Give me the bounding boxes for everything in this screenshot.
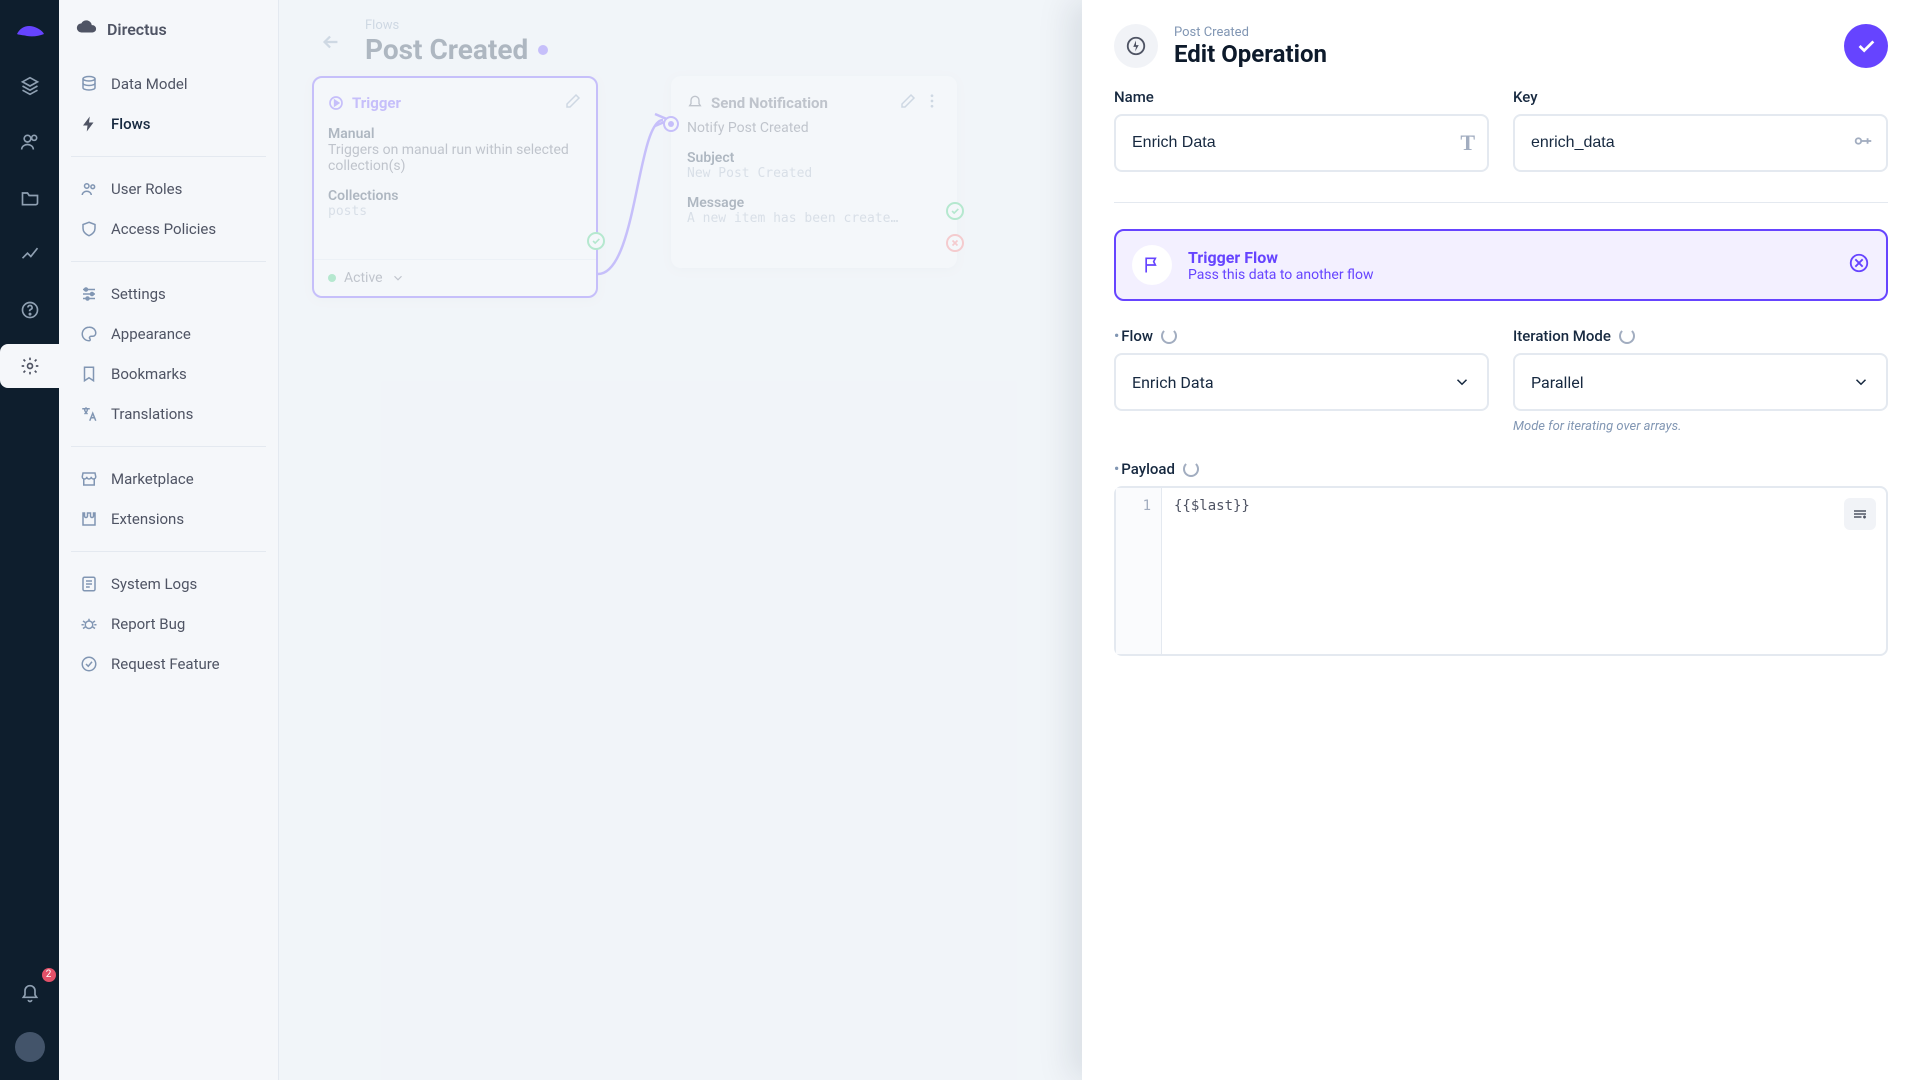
sidebar-item-bookmarks[interactable]: Bookmarks: [67, 354, 270, 394]
sidebar-item-label: Marketplace: [111, 470, 194, 488]
bug-icon: [79, 615, 99, 633]
iteration-label: Iteration Mode: [1513, 327, 1611, 345]
sidebar-item-settings[interactable]: Settings: [67, 274, 270, 314]
drawer-title: Edit Operation: [1174, 40, 1327, 68]
code-content[interactable]: {{$last}}: [1162, 488, 1886, 654]
expand-editor-button[interactable]: [1844, 498, 1876, 530]
settings-sidebar: Directus Data Model Flows User Roles Access…: [59, 0, 279, 1080]
sidebar-item-label: Report Bug: [111, 615, 185, 633]
translate-icon: [79, 405, 99, 423]
rail-insights[interactable]: [8, 232, 52, 276]
sidebar-item-label: Bookmarks: [111, 365, 187, 383]
shield-icon: [79, 220, 99, 238]
sidebar-item-label: Settings: [111, 285, 166, 303]
rail-content[interactable]: [8, 64, 52, 108]
sidebar-item-label: Access Policies: [111, 220, 216, 238]
roles-icon: [79, 180, 99, 198]
code-gutter: 1: [1116, 488, 1162, 654]
rail-help[interactable]: [8, 288, 52, 332]
sidebar-item-data-model[interactable]: Data Model: [67, 64, 270, 104]
bolt-icon: [79, 115, 99, 133]
project-name: Directus: [107, 20, 167, 39]
flow-select-value: Enrich Data: [1132, 373, 1214, 392]
operation-type-card[interactable]: Trigger Flow Pass this data to another f…: [1114, 229, 1888, 301]
sidebar-item-label: Translations: [111, 405, 193, 423]
sidebar-item-label: System Logs: [111, 575, 197, 593]
sidebar-item-request-feature[interactable]: Request Feature: [67, 644, 270, 684]
module-rail: 2: [0, 0, 59, 1080]
sidebar-item-label: Request Feature: [111, 655, 220, 673]
iteration-select-value: Parallel: [1531, 373, 1584, 392]
sidebar-item-label: Data Model: [111, 75, 188, 93]
type-title: Trigger Flow: [1188, 248, 1374, 267]
main: Flows Post Created Trigger Manual Trigge…: [279, 0, 1920, 1080]
sidebar-item-appearance[interactable]: Appearance: [67, 314, 270, 354]
cloud-off-icon: [75, 16, 97, 42]
payload-label: Payload: [1121, 460, 1175, 478]
project-brand[interactable]: Directus: [59, 0, 278, 58]
loading-spinner-icon: [1161, 328, 1177, 344]
iteration-select[interactable]: Parallel: [1513, 353, 1888, 411]
sidebar-item-system-logs[interactable]: System Logs: [67, 564, 270, 604]
separator: [1114, 202, 1888, 203]
sidebar-separator: [71, 156, 266, 157]
sidebar-separator: [71, 551, 266, 552]
loading-spinner-icon: [1619, 328, 1635, 344]
sidebar-item-flows[interactable]: Flows: [67, 104, 270, 144]
flow-select[interactable]: Enrich Data: [1114, 353, 1489, 411]
sidebar-item-translations[interactable]: Translations: [67, 394, 270, 434]
sidebar-separator: [71, 261, 266, 262]
flow-label: Flow: [1121, 327, 1153, 345]
sidebar-item-label: User Roles: [111, 180, 182, 198]
name-label: Name: [1114, 88, 1489, 106]
logs-icon: [79, 575, 99, 593]
palette-icon: [79, 325, 99, 343]
logo[interactable]: [8, 8, 52, 52]
clear-type-button[interactable]: [1848, 252, 1870, 278]
puzzle-icon: [79, 510, 99, 528]
save-button[interactable]: [1844, 24, 1888, 68]
idea-icon: [79, 655, 99, 673]
type-desc: Pass this data to another flow: [1188, 267, 1374, 283]
name-input[interactable]: [1114, 114, 1489, 172]
user-avatar[interactable]: [15, 1032, 45, 1062]
payload-editor[interactable]: 1 {{$last}}: [1114, 486, 1888, 656]
key-label: Key: [1513, 88, 1888, 106]
sliders-icon: [79, 285, 99, 303]
offline-bolt-icon: [1114, 24, 1158, 68]
flag-icon: [1132, 245, 1172, 285]
sidebar-item-marketplace[interactable]: Marketplace: [67, 459, 270, 499]
edit-operation-drawer: Post Created Edit Operation Name T Ke: [1082, 0, 1920, 1080]
iteration-hint: Mode for iterating over arrays.: [1513, 419, 1888, 434]
sidebar-item-report-bug[interactable]: Report Bug: [67, 604, 270, 644]
chevron-down-icon: [1852, 373, 1870, 391]
format-icon[interactable]: T: [1460, 130, 1475, 156]
sidebar-separator: [71, 446, 266, 447]
chevron-down-icon: [1453, 373, 1471, 391]
store-icon: [79, 470, 99, 488]
bookmark-icon: [79, 365, 99, 383]
sidebar-item-label: Flows: [111, 115, 150, 133]
sidebar-item-label: Extensions: [111, 510, 184, 528]
drawer-eyebrow: Post Created: [1174, 25, 1327, 40]
sidebar-item-extensions[interactable]: Extensions: [67, 499, 270, 539]
sidebar-item-label: Appearance: [111, 325, 191, 343]
rail-settings[interactable]: [0, 344, 59, 388]
rail-files[interactable]: [8, 176, 52, 220]
rail-users[interactable]: [8, 120, 52, 164]
rail-notifications[interactable]: 2: [8, 972, 52, 1016]
notifications-count: 2: [42, 968, 56, 982]
data-model-icon: [79, 75, 99, 93]
sidebar-item-access-policies[interactable]: Access Policies: [67, 209, 270, 249]
key-input[interactable]: [1513, 114, 1888, 172]
key-link-icon[interactable]: [1852, 130, 1874, 156]
sidebar-item-user-roles[interactable]: User Roles: [67, 169, 270, 209]
loading-spinner-icon: [1183, 461, 1199, 477]
